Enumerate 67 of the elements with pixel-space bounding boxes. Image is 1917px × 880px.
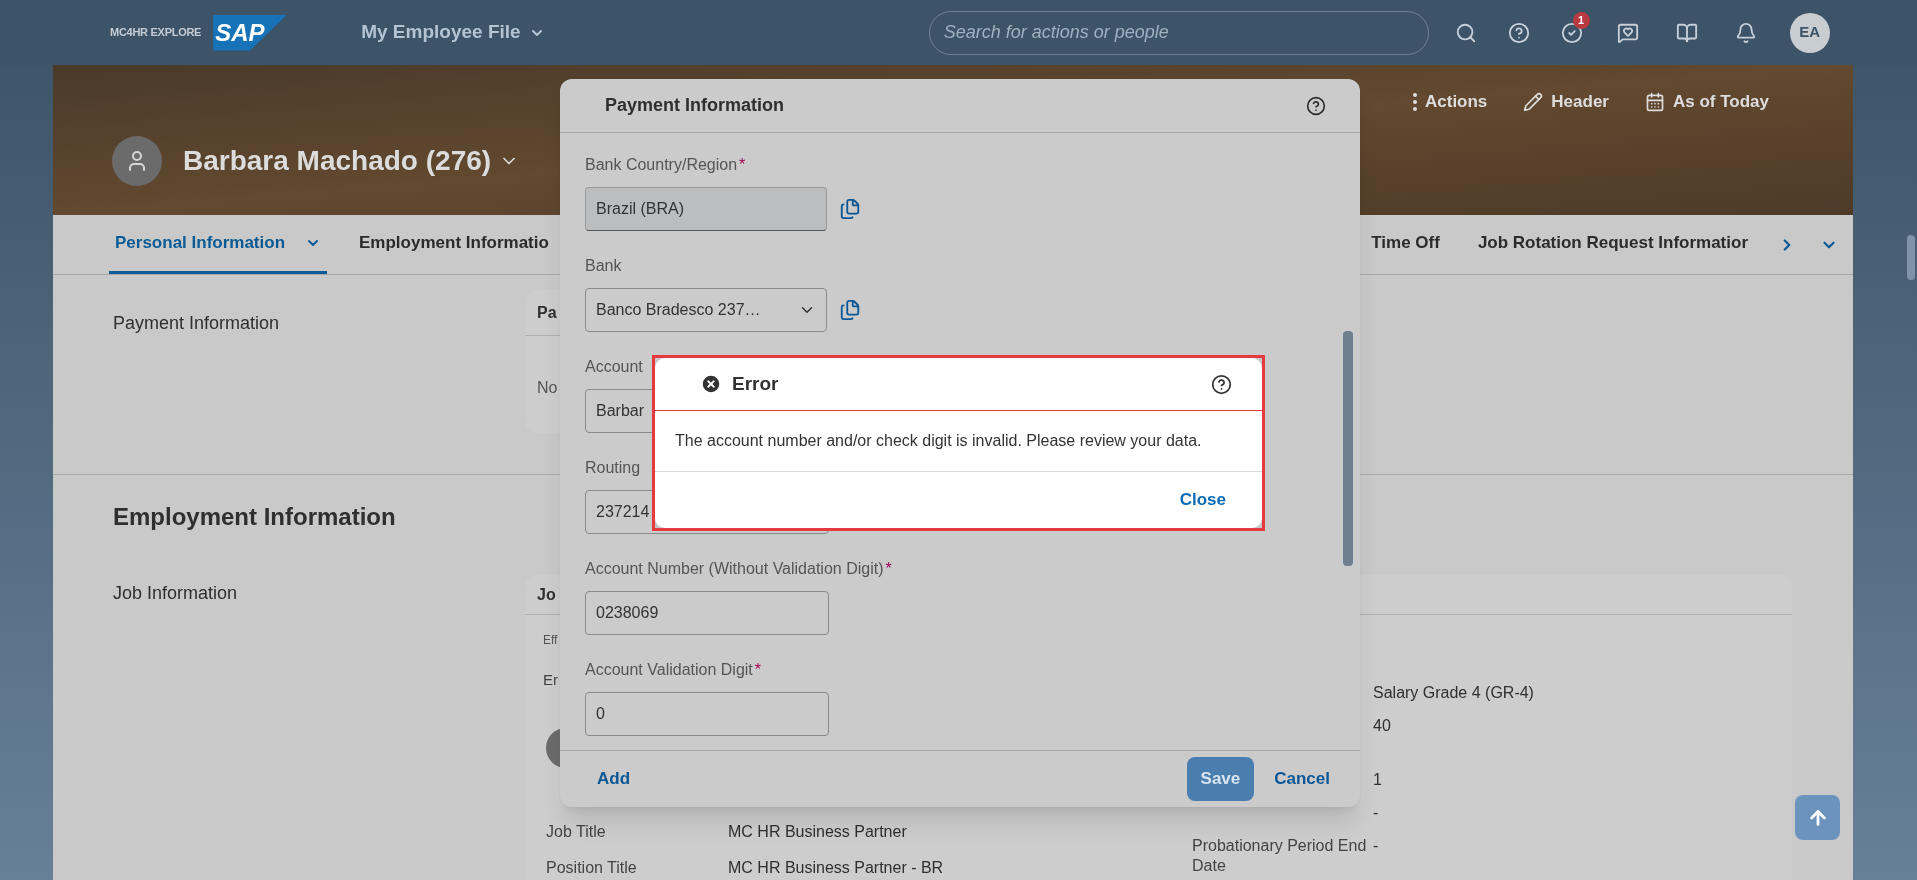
help-icon[interactable] (1211, 373, 1232, 395)
book-icon[interactable] (1675, 21, 1698, 44)
field-label: Bank (585, 256, 622, 276)
effective-label: Eff (543, 632, 558, 649)
cancel-button[interactable]: Cancel (1274, 766, 1330, 792)
logo-text: MC4HR EXPLORE (110, 25, 202, 41)
field-value: 1 (1373, 770, 1382, 790)
dialog-title: Payment Information (605, 94, 785, 117)
field-label: Probationary Period End Date (1192, 836, 1368, 876)
header-action[interactable]: Actions (1413, 89, 1488, 115)
tab[interactable]: Time Off (1365, 215, 1446, 274)
field-label: Job Title (546, 821, 607, 842)
field-label: Er (543, 670, 558, 690)
brand-logo: SAP (213, 14, 288, 51)
section-label: Payment Information (113, 312, 281, 335)
field-label: Position Title (546, 857, 638, 878)
field-value: Salary Grade 4 (GR-4) (1373, 683, 1534, 703)
section-title: Employment Information (113, 502, 396, 532)
input-field[interactable]: 0 (585, 692, 829, 736)
page-scrollbar[interactable] (1907, 235, 1915, 280)
field-value: - (1373, 836, 1379, 856)
scroll-to-top-button[interactable] (1795, 795, 1840, 840)
field-label: Account Number (Without Validation Digit) (585, 559, 884, 579)
user-avatar[interactable]: EA (1789, 12, 1830, 53)
card-text: No (536, 378, 559, 398)
error-icon (700, 373, 722, 395)
field-value: 40 (1373, 716, 1391, 736)
copy-icon[interactable] (839, 299, 861, 321)
chat-icon[interactable] (1616, 21, 1639, 44)
section-label: Job Information (113, 582, 239, 605)
add-link[interactable]: Add (597, 766, 631, 792)
field-label: Account (585, 357, 643, 377)
required-mark: * (885, 559, 892, 579)
calendar-icon (1644, 91, 1665, 112)
more-icon (1413, 92, 1417, 111)
input-field[interactable]: 0238069 (585, 591, 829, 635)
tab[interactable]: Personal Information (109, 215, 328, 274)
field-label: Bank Country/Region (585, 155, 738, 175)
search-icon[interactable] (1454, 21, 1477, 44)
tab[interactable]: Employment Informatio (353, 215, 555, 274)
header-action[interactable]: As of Today (1644, 89, 1769, 115)
card-title: Pa (537, 302, 557, 323)
help-icon[interactable] (1306, 95, 1326, 116)
pencil-icon (1523, 91, 1544, 112)
bank-select[interactable]: Banco Bradesco 237… (585, 288, 827, 332)
save-button[interactable]: Save (1186, 757, 1255, 801)
app-title-menu[interactable]: My Employee File (361, 18, 545, 47)
field-label: Routing (585, 458, 641, 478)
field-value: MC HR Business Partner - BR (728, 857, 944, 878)
dialog-scrollbar[interactable] (1343, 331, 1353, 566)
bell-icon[interactable] (1734, 21, 1757, 44)
employee-name: Barbara Machado (276) (183, 144, 492, 178)
close-button[interactable]: Close (1179, 487, 1226, 513)
header-action[interactable]: Header (1523, 89, 1609, 115)
error-message: The account number and/or check digit is invalid. Please review your data. (675, 431, 1202, 451)
search-field[interactable]: Search for actions or people (928, 10, 1429, 55)
required-mark: * (754, 660, 762, 680)
required-mark: * (739, 155, 746, 175)
field-value: MC HR Business Partner (728, 821, 907, 842)
field-value: - (1373, 803, 1379, 823)
dialog-title: Error (732, 371, 779, 396)
field-label: Account Validation Digit (585, 660, 753, 680)
card-title: Jo (537, 584, 556, 605)
copy-icon[interactable] (839, 198, 861, 220)
bank-country-field[interactable]: Brazil (BRA) (585, 187, 827, 231)
notification-badge: 1 (1572, 11, 1590, 29)
tab[interactable]: Job Rotation Request Informatior (1471, 215, 1754, 274)
